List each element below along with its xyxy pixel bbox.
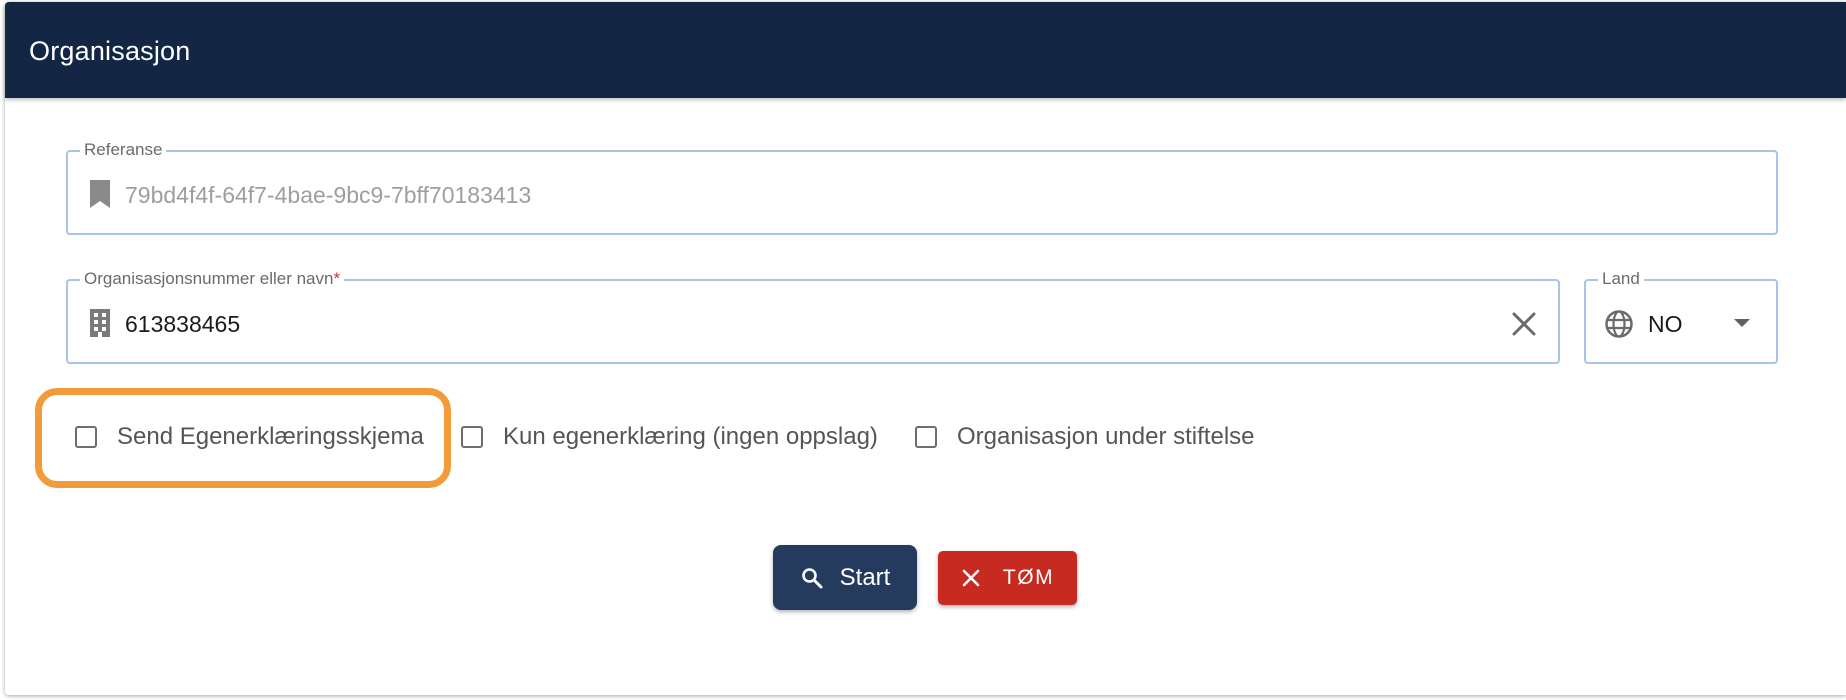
checkbox-label: Organisasjon under stiftelse — [957, 423, 1255, 450]
page-title: Organisasjon — [29, 36, 191, 66]
checkbox-box[interactable] — [461, 426, 483, 448]
referanse-value: 79bd4f4f-64f7-4bae-9bc9-7bff70183413 — [125, 182, 532, 208]
organisasjon-input[interactable]: 613838465 — [125, 311, 240, 337]
building-icon — [90, 309, 110, 337]
under-stiftelse-checkbox[interactable]: Organisasjon under stiftelse — [915, 419, 1255, 455]
checkbox-box[interactable] — [915, 426, 937, 448]
land-value: NO — [1648, 311, 1683, 337]
panel-header: Organisasjon — [5, 2, 1846, 98]
referanse-field[interactable]: Referanse 79bd4f4f-64f7-4bae-9bc9-7bff70… — [66, 140, 1778, 235]
referanse-label: Referanse — [80, 140, 167, 160]
organisasjon-label: Organisasjonsnummer eller navn* — [80, 269, 345, 289]
land-label: Land — [1598, 269, 1644, 289]
start-button-label: Start — [839, 563, 891, 591]
close-icon — [962, 569, 980, 587]
land-select[interactable]: Land NO — [1584, 269, 1778, 364]
chevron-down-icon[interactable] — [1734, 319, 1750, 327]
checkbox-box[interactable] — [75, 426, 97, 448]
checkbox-label: Send Egenerklæringsskjema — [117, 423, 424, 450]
search-icon — [801, 567, 823, 588]
clear-button-label: TØM — [1002, 566, 1055, 589]
organisasjon-field[interactable]: Organisasjonsnummer eller navn* 61383846… — [66, 269, 1560, 364]
globe-icon — [1605, 310, 1633, 338]
kun-egenerklaering-checkbox[interactable]: Kun egenerklæring (ingen oppslag) — [461, 419, 878, 455]
start-button[interactable]: Start — [773, 545, 917, 610]
clear-button[interactable]: TØM — [938, 551, 1077, 605]
send-egenerklaering-checkbox[interactable]: Send Egenerklæringsskjema — [75, 419, 424, 455]
checkbox-label: Kun egenerklæring (ingen oppslag) — [503, 423, 878, 450]
bookmark-icon — [90, 180, 110, 208]
required-mark: * — [333, 269, 341, 288]
close-icon[interactable] — [1510, 310, 1538, 338]
